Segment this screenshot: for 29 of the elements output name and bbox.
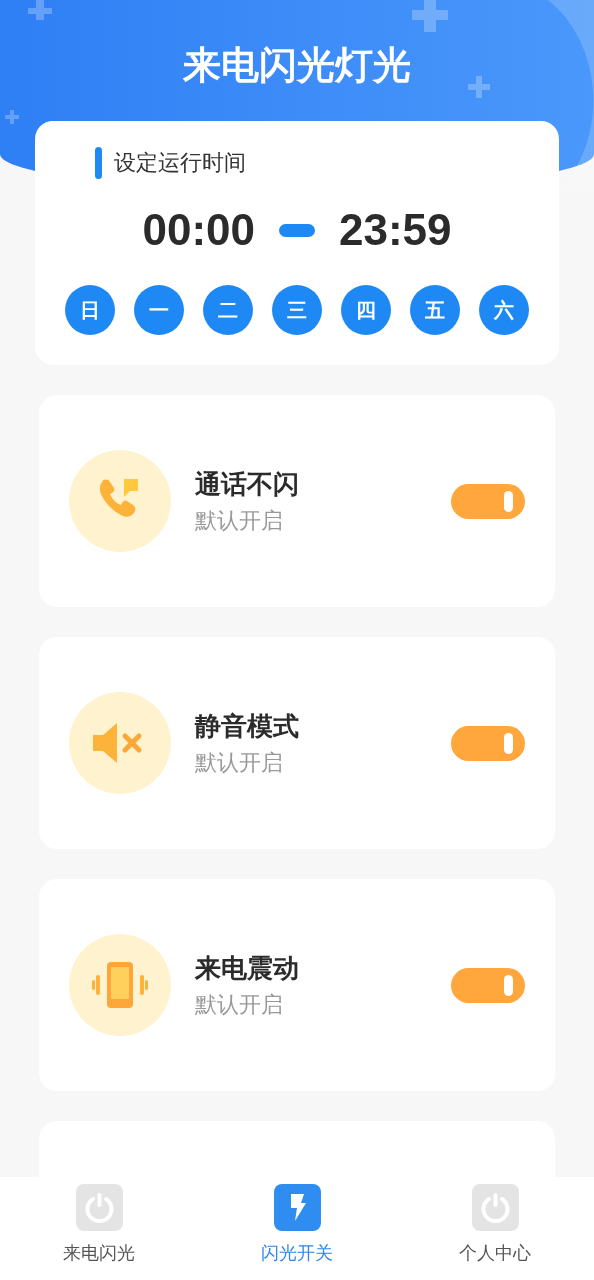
weekday-button[interactable]: 四 (341, 285, 391, 335)
toggle-switch[interactable] (451, 725, 525, 761)
nav-tab[interactable]: 来电闪光 (0, 1177, 198, 1280)
page-title: 来电闪光灯光 (183, 42, 411, 89)
start-time[interactable]: 00:00 (142, 205, 255, 255)
accent-bar (95, 147, 102, 179)
power-icon (75, 1184, 123, 1231)
weekday-button[interactable]: 二 (203, 285, 253, 335)
weekday-button[interactable]: 一 (134, 285, 184, 335)
toggle-switch[interactable] (451, 967, 525, 1003)
power-icon (471, 1184, 519, 1231)
setting-title: 通话不闪 (195, 467, 300, 501)
end-time[interactable]: 23:59 (339, 205, 452, 255)
nav-tab[interactable]: 闪光开关 (198, 1177, 396, 1280)
setting-subtitle: 默认开启 (195, 506, 284, 535)
weekday-button[interactable]: 五 (410, 285, 460, 335)
weekday-button[interactable]: 六 (479, 285, 529, 335)
nav-tab[interactable]: 个人中心 (396, 1177, 594, 1280)
dash-icon (279, 223, 315, 237)
setting-subtitle: 默认开启 (195, 990, 284, 1019)
weekday-button[interactable]: 三 (272, 285, 322, 335)
setting-subtitle: 默认开启 (195, 748, 284, 777)
section-label: 设定运行时间 (114, 149, 246, 177)
setting-title: 静音模式 (195, 709, 300, 743)
setting-title: 来电震动 (195, 951, 300, 985)
toggle-switch[interactable] (451, 483, 525, 519)
lightning-icon (273, 1184, 321, 1231)
weekday-button[interactable]: 日 (65, 285, 115, 335)
vibrating-phone-icon (92, 959, 148, 1011)
